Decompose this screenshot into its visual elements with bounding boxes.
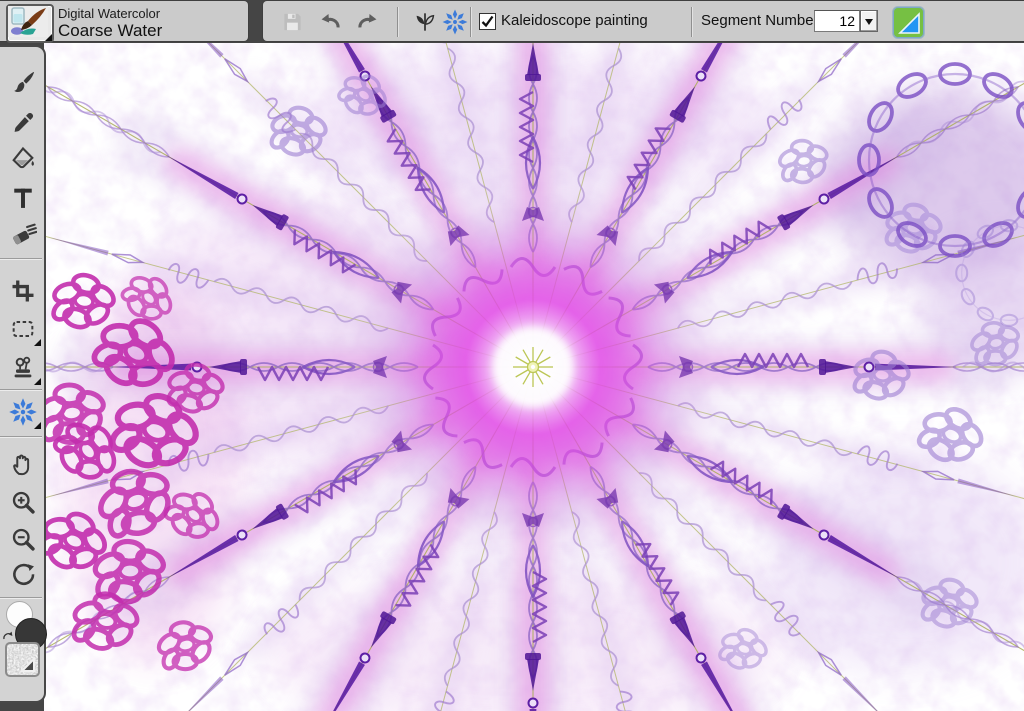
flyout-corner-icon xyxy=(34,422,41,429)
save-button[interactable] xyxy=(279,9,305,35)
paint-brush-icon xyxy=(9,69,37,97)
zoom-in-icon xyxy=(9,488,37,516)
brush-selector-panel: Digital Watercolor Coarse Water xyxy=(0,0,249,42)
rotate-view-tool[interactable] xyxy=(9,561,37,589)
undo-button[interactable] xyxy=(317,9,343,35)
divider xyxy=(0,436,42,437)
flyout-corner-icon xyxy=(34,339,41,346)
tool-panel xyxy=(0,45,46,703)
fill-bucket-tool[interactable] xyxy=(9,145,37,173)
brush-name-label: Coarse Water xyxy=(58,21,162,41)
crop-tool[interactable] xyxy=(9,277,37,305)
undo-icon xyxy=(317,9,343,35)
mirror-painting-button[interactable] xyxy=(412,9,438,35)
paint-application-window: Digital Watercolor Coarse Water xyxy=(0,0,1024,711)
brush-category-label: Digital Watercolor xyxy=(58,6,160,21)
save-icon xyxy=(279,9,305,35)
crop-icon xyxy=(9,277,37,305)
paint-brush-tool[interactable] xyxy=(9,69,37,97)
fill-bucket-icon xyxy=(9,145,37,173)
hand-icon xyxy=(9,450,37,478)
pan-hand-tool[interactable] xyxy=(9,450,37,478)
kaleidoscope-tool[interactable] xyxy=(9,398,37,426)
swap-colors-icon[interactable] xyxy=(2,630,14,642)
color-swatch-button[interactable] xyxy=(892,6,925,39)
text-tool-icon xyxy=(9,184,37,212)
divider xyxy=(0,389,42,390)
zoom-out-icon xyxy=(9,525,37,553)
separator xyxy=(691,7,692,37)
separator xyxy=(470,7,471,37)
kaleidoscope-mode-button[interactable] xyxy=(442,9,468,35)
select-tool[interactable] xyxy=(9,315,37,343)
rotate-view-icon xyxy=(9,561,37,589)
painting-canvas[interactable] xyxy=(44,43,1024,711)
stamp-icon xyxy=(9,354,37,382)
kaleidoscope-tool-icon xyxy=(9,398,37,426)
brush-preview-icon xyxy=(8,6,48,37)
eraser-tool[interactable] xyxy=(9,220,37,248)
color-swatch-corner-icon xyxy=(893,7,922,36)
separator xyxy=(397,7,398,37)
segment-number-label: Segment Number: xyxy=(701,12,823,29)
segment-number-dropdown-button[interactable] xyxy=(860,10,878,32)
flyout-corner-icon xyxy=(34,378,41,385)
paper-texture-swatch[interactable] xyxy=(5,642,40,677)
brush-preview-button[interactable] xyxy=(6,4,54,43)
eraser-icon xyxy=(9,220,37,248)
flyout-corner-icon xyxy=(45,34,52,41)
redo-icon xyxy=(355,9,381,35)
mirror-painting-icon xyxy=(412,9,438,35)
stamp-tool[interactable] xyxy=(9,354,37,382)
divider xyxy=(0,258,42,259)
kaleidoscope-checkbox-label: Kaleidoscope painting xyxy=(501,12,648,29)
segment-number-input[interactable] xyxy=(814,10,860,32)
kaleidoscope-icon xyxy=(442,9,468,35)
top-toolbar: Kaleidoscope painting Segment Number: xyxy=(262,0,1024,42)
divider xyxy=(0,597,42,598)
redo-button[interactable] xyxy=(355,9,381,35)
selection-marquee-icon xyxy=(9,315,37,343)
eyedropper-icon xyxy=(9,109,37,137)
kaleidoscope-checkbox[interactable] xyxy=(479,13,496,30)
paper-texture-icon xyxy=(7,644,38,675)
zoom-in-tool[interactable] xyxy=(9,488,37,516)
color-picker-tool[interactable] xyxy=(9,109,37,137)
kaleidoscope-painting xyxy=(44,43,1024,711)
zoom-out-tool[interactable] xyxy=(9,525,37,553)
text-tool[interactable] xyxy=(9,184,37,212)
check-icon xyxy=(480,14,495,29)
